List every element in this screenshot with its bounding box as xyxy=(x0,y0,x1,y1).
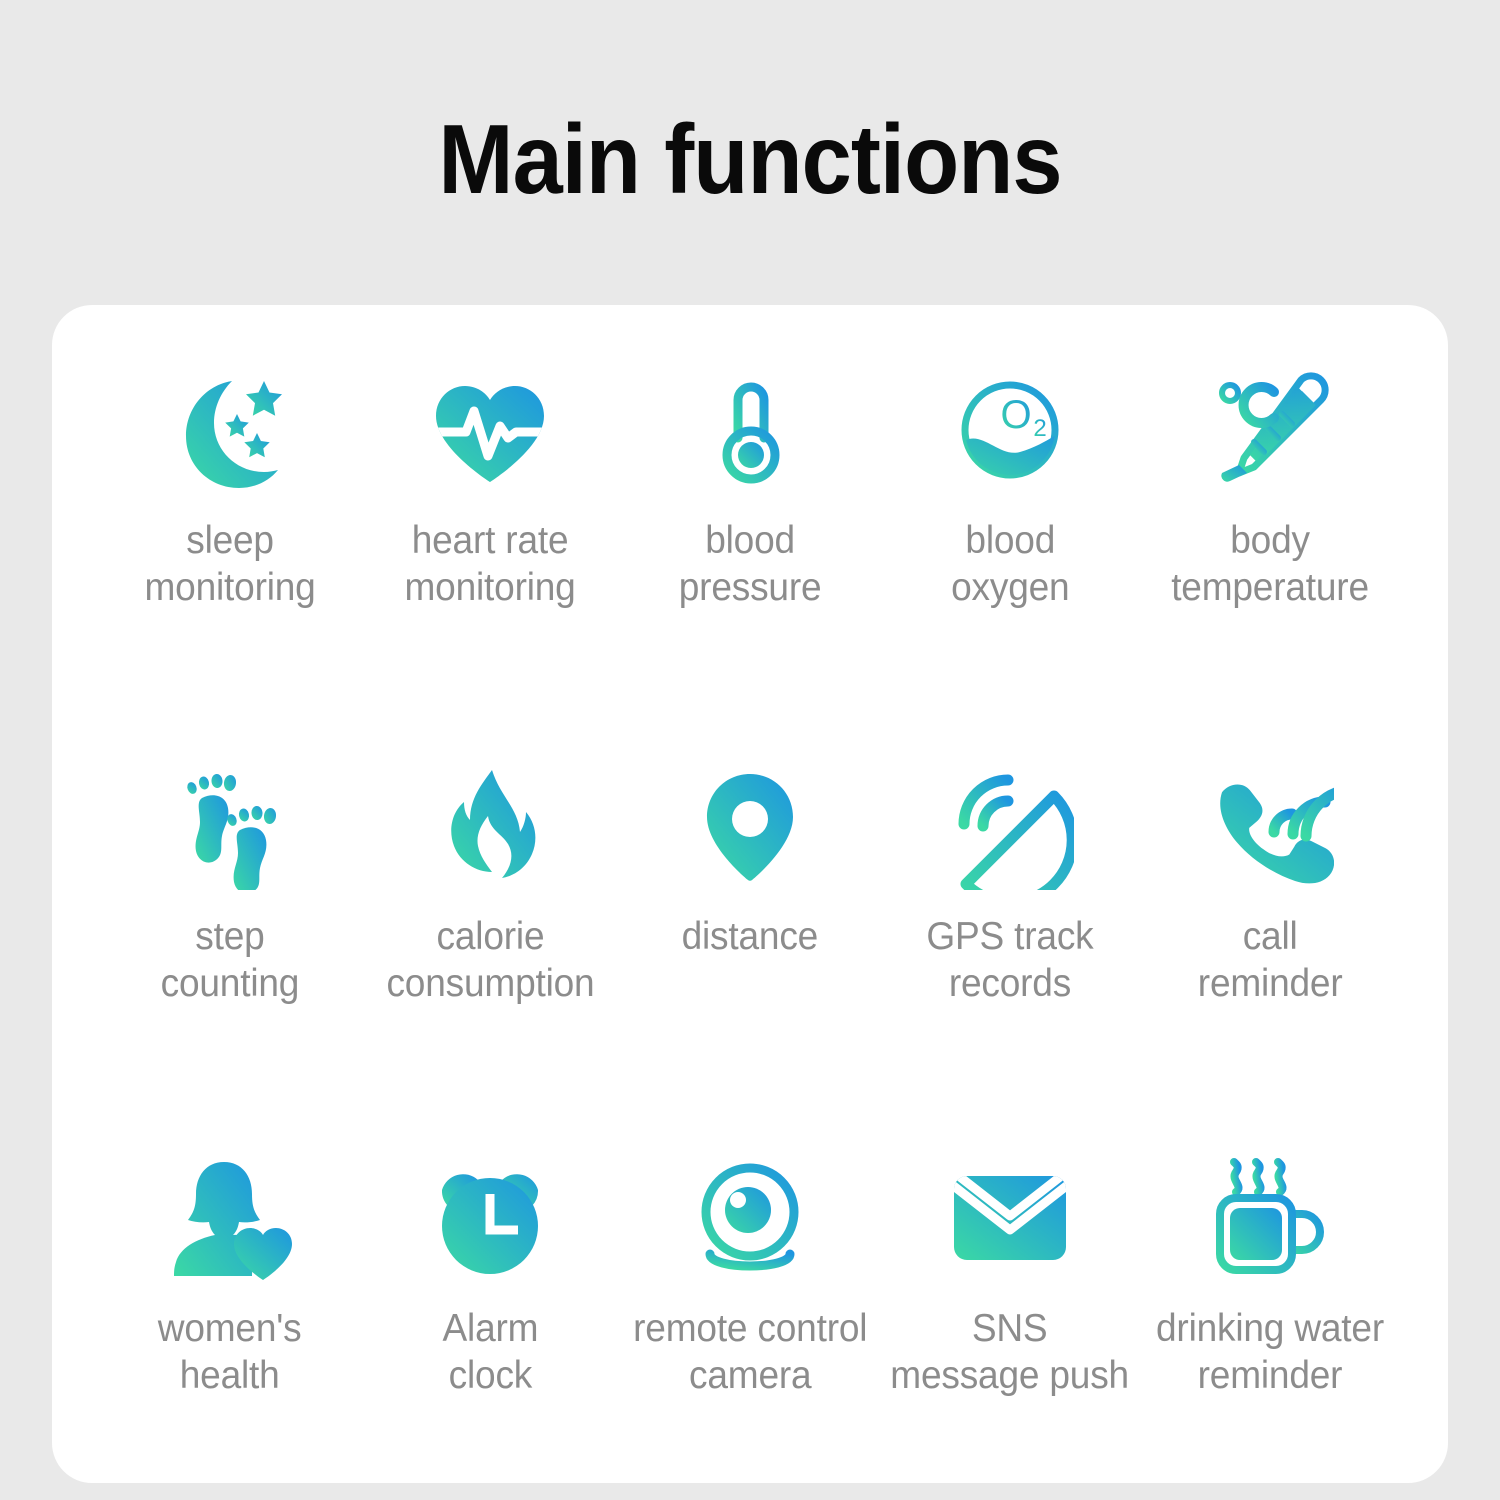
svg-text:O: O xyxy=(1000,393,1031,437)
function-label: sleep monitoring xyxy=(144,519,316,609)
function-cell-sleep-monitoring[interactable]: sleep monitoring xyxy=(100,365,360,611)
function-cell-remote-control-camera[interactable]: remote control camera xyxy=(620,1153,880,1399)
functions-card: sleep monitoring heart rate monitoring b… xyxy=(52,305,1448,1483)
function-cell-step-counting[interactable]: step counting xyxy=(100,761,360,1007)
function-cell-sns-message-push[interactable]: SNS message push xyxy=(880,1153,1140,1399)
function-label: distance xyxy=(681,915,819,958)
webcam-icon xyxy=(685,1153,815,1283)
function-label: women's health xyxy=(158,1307,302,1397)
moon-stars-icon xyxy=(165,365,295,495)
clinical-thermometer-celsius-icon xyxy=(1205,365,1335,495)
function-label: SNS message push xyxy=(890,1307,1130,1397)
function-label: calorie consumption xyxy=(386,915,594,1005)
functions-row-3: women's health Alarm clock remote contro… xyxy=(72,1153,1428,1399)
main-functions-page: Main functions sleep monitoring heart ra… xyxy=(0,0,1500,1500)
function-label: Alarm clock xyxy=(442,1307,538,1397)
map-pin-icon xyxy=(685,761,815,891)
svg-text:2: 2 xyxy=(1033,415,1046,442)
function-label: step counting xyxy=(160,915,300,1005)
function-label: call reminder xyxy=(1197,915,1343,1005)
function-cell-blood-oxygen[interactable]: O 2 blood oxygen xyxy=(880,365,1140,611)
function-cell-call-reminder[interactable]: call reminder xyxy=(1140,761,1400,1007)
envelope-icon xyxy=(945,1153,1075,1283)
woman-heart-icon xyxy=(165,1153,295,1283)
functions-row-2: step counting calorie consumption distan… xyxy=(72,761,1428,1007)
function-cell-gps-track-records[interactable]: GPS track records xyxy=(880,761,1140,1007)
heart-pulse-icon xyxy=(425,365,555,495)
function-label: body temperature xyxy=(1171,519,1369,609)
alarm-clock-icon xyxy=(425,1153,555,1283)
function-cell-distance[interactable]: distance xyxy=(620,761,880,960)
function-label: blood pressure xyxy=(678,519,822,609)
function-label: GPS track records xyxy=(926,915,1094,1005)
functions-row-1: sleep monitoring heart rate monitoring b… xyxy=(72,365,1428,611)
o2-droplet-circle-icon: O 2 xyxy=(945,365,1075,495)
page-title: Main functions xyxy=(438,104,1062,214)
thermometer-gauge-icon xyxy=(685,365,815,495)
function-cell-drinking-water-reminder[interactable]: drinking water reminder xyxy=(1140,1153,1400,1399)
function-cell-heart-rate-monitoring[interactable]: heart rate monitoring xyxy=(360,365,620,611)
function-label: blood oxygen xyxy=(950,519,1070,609)
flame-icon xyxy=(425,761,555,891)
phone-ringing-icon xyxy=(1205,761,1335,891)
function-label: remote control camera xyxy=(632,1307,868,1397)
footprints-icon xyxy=(165,761,295,891)
function-label: heart rate monitoring xyxy=(404,519,576,609)
function-cell-calorie-consumption[interactable]: calorie consumption xyxy=(360,761,620,1007)
function-cell-blood-pressure[interactable]: blood pressure xyxy=(620,365,880,611)
function-cell-alarm-clock[interactable]: Alarm clock xyxy=(360,1153,620,1399)
satellite-dish-icon xyxy=(945,761,1075,891)
function-label: drinking water reminder xyxy=(1155,1307,1384,1397)
hot-mug-icon xyxy=(1205,1153,1335,1283)
function-cell-body-temperature[interactable]: body temperature xyxy=(1140,365,1400,611)
function-cell-womens-health[interactable]: women's health xyxy=(100,1153,360,1399)
